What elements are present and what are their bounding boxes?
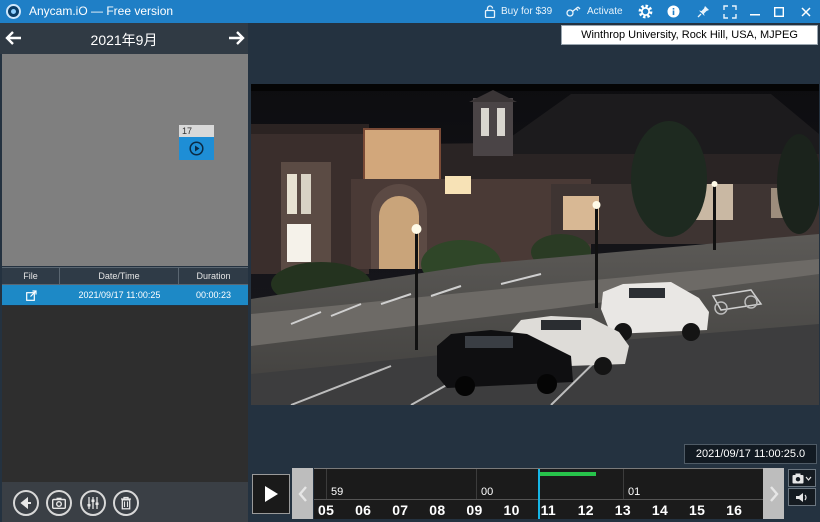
chevron-left-icon [297,485,307,502]
activate-button[interactable]: Activate [566,0,623,23]
timeline-minute-label: 01 [628,486,641,498]
pin-button[interactable] [697,0,710,23]
buy-button[interactable]: Buy for $39 [484,0,552,23]
close-button[interactable] [801,0,811,23]
timeline-tick [326,469,327,499]
trash-icon [121,496,131,510]
duration-cell: 00:00:23 [195,290,232,300]
volume-button[interactable] [788,488,816,506]
key-icon [566,6,581,17]
buy-label: Buy for $39 [501,6,553,17]
calendar-grid: 17 [2,54,248,266]
column-header-file[interactable]: File [2,268,60,284]
timeline-hour-label: 14 [651,502,669,518]
recording-segment-bar [540,472,596,476]
left-toolbar [2,482,248,522]
video-viewport[interactable] [251,84,819,405]
back-button[interactable] [13,490,39,516]
timeline-next-button[interactable] [763,468,784,519]
play-circle-icon [189,141,204,156]
timeline-minute-label: 00 [481,486,494,498]
timeline-tick [623,469,624,499]
timeline-scrubber[interactable]: 59 00 01 05 06 07 08 09 10 11 12 13 14 15 16 [314,468,763,519]
table-row[interactable]: 2021/09/17 11:00:25 00:00:23 [2,285,248,305]
anycam-logo-icon [6,4,21,19]
recordings-list-empty-area [2,306,248,482]
pin-icon [697,6,709,18]
fullscreen-button[interactable] [723,0,737,23]
minimize-icon [750,13,760,15]
day-number: 17 [179,125,214,137]
timeline-hour-label: 10 [503,502,520,518]
recordings-table: File Date/Time Duration 2021/09/17 11:00… [2,267,248,305]
arrow-left-icon[interactable] [4,28,24,48]
maximize-icon [774,6,784,17]
close-icon [801,6,811,17]
video-timestamp: 2021/09/17 11:00:25.0 [684,444,817,464]
timeline-minute-label: 59 [331,486,344,498]
timeline-hour-label: 13 [614,502,631,518]
datetime-cell: 2021/09/17 11:00:25 [78,290,161,300]
timeline-playhead[interactable] [538,469,540,519]
settings-button[interactable] [637,0,654,23]
delete-button[interactable] [113,490,139,516]
month-title: 2021年9月 [90,32,158,48]
timeline-hour-label: 05 [318,502,335,518]
window-title: Anycam.iO — Free version [29,4,174,18]
lock-icon [484,5,496,18]
title-bar: Anycam.iO — Free version Buy for $39 Act… [0,0,820,23]
timeline-hour-label: 15 [689,502,706,518]
day-play-button[interactable] [179,137,214,160]
file-cell [2,285,60,305]
gear-icon [638,4,653,19]
speaker-icon [796,492,807,502]
table-header: File Date/Time Duration [2,267,248,285]
timeline-hour-label: 09 [466,502,483,518]
timeline-hour-label: 07 [392,502,409,518]
arrow-right-icon[interactable] [226,28,246,48]
timeline-hour-label: 16 [726,502,743,518]
app-window: Anycam.iO — Free version Buy for $39 Act… [0,0,820,522]
minimize-button[interactable] [750,0,760,23]
calendar-day-cell[interactable]: 17 [179,125,214,160]
column-header-datetime[interactable]: Date/Time [60,268,179,284]
calendar-header: 2021年9月 [0,23,248,54]
info-icon [667,5,680,18]
timeline-hour-label: 11 [540,502,556,518]
column-header-duration[interactable]: Duration [179,268,248,284]
timeline-hour-label: 06 [355,502,372,518]
snapshot-folder-button[interactable] [46,490,72,516]
camera-icon [52,497,66,509]
chevron-right-icon [769,485,779,502]
camera-name-label: Winthrop University, Rock Hill, USA, MJP… [561,25,818,45]
adjust-button[interactable] [80,490,106,516]
timeline-hour-label: 08 [429,502,446,518]
activate-label: Activate [587,6,623,17]
timeline-hour-label: 12 [577,502,594,518]
info-button[interactable] [667,0,680,23]
fullscreen-icon [723,4,737,19]
timeline-tick [476,469,477,499]
maximize-button[interactable] [774,0,784,23]
play-button[interactable] [252,474,290,514]
snapshot-button[interactable] [788,469,816,487]
camera-icon [792,473,812,483]
timeline-prev-button[interactable] [292,468,313,519]
export-icon[interactable] [25,289,37,301]
sliders-icon [87,497,99,509]
play-icon [265,486,278,502]
camera-frame-image [251,84,819,405]
back-icon [20,496,31,510]
